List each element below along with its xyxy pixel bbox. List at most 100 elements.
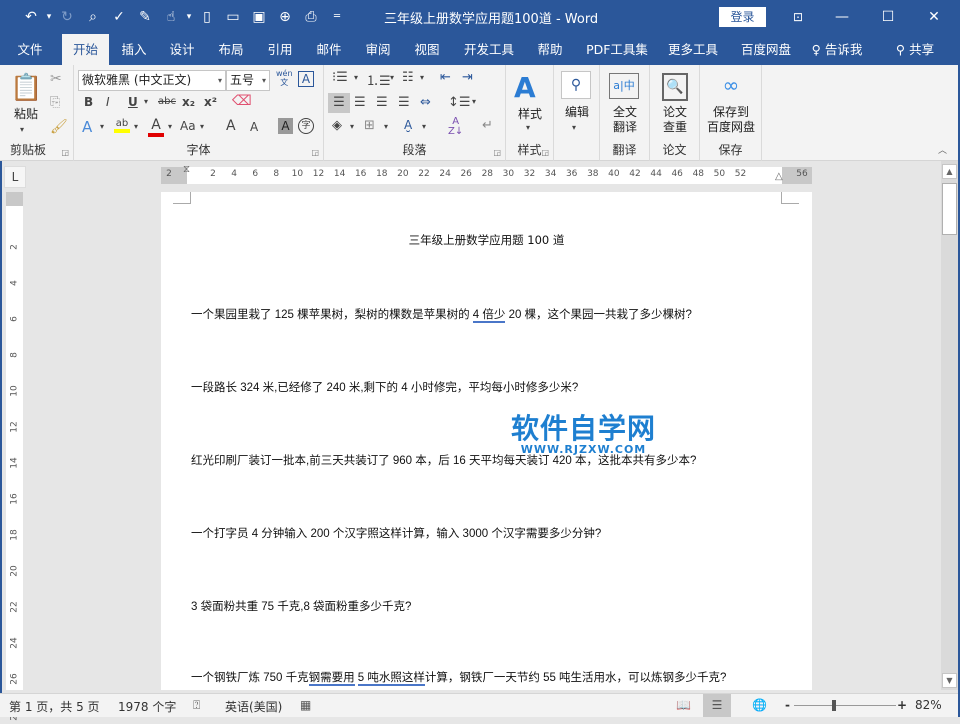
open-folder-icon[interactable]: ▭: [220, 6, 246, 28]
editing-dropdown-icon[interactable]: ▾: [572, 123, 576, 132]
borders-icon[interactable]: ⊞: [364, 118, 375, 133]
grammar-underline[interactable]: 钢需要用: [308, 672, 355, 686]
bullets-dropdown-icon[interactable]: ▾: [354, 73, 358, 82]
shading-icon[interactable]: ◈: [332, 118, 342, 133]
strikethrough-button[interactable]: abc: [158, 96, 176, 107]
redo-icon[interactable]: ↻: [54, 6, 80, 28]
paragraph[interactable]: 一个果园里栽了 125 棵苹果树，梨树的棵数是苹果树的 4 倍少 20 棵，这个…: [191, 306, 692, 323]
italic-button[interactable]: I: [106, 95, 110, 109]
underline-dropdown-icon[interactable]: ▾: [144, 97, 148, 106]
paper-check-icon[interactable]: 🔍: [662, 73, 688, 101]
paste-icon[interactable]: 📋: [10, 73, 42, 107]
zoom-slider-track[interactable]: [794, 705, 896, 706]
print-preview-icon[interactable]: ⌕: [80, 6, 106, 28]
tab-help[interactable]: 帮助: [528, 34, 572, 65]
font-size-combo[interactable]: 五号 ▾: [226, 70, 270, 91]
editing-button[interactable]: 编辑: [558, 105, 596, 120]
attach-icon[interactable]: ⊕: [272, 6, 298, 28]
text-effects-dropdown-icon[interactable]: ▾: [100, 122, 104, 131]
highlight-color-icon[interactable]: ab: [114, 118, 130, 133]
maximize-button[interactable]: ☐: [868, 5, 908, 29]
vertical-scrollbar[interactable]: ▲ ▼: [941, 161, 958, 690]
page-count[interactable]: 第 1 页，共 5 页: [9, 698, 100, 715]
format-painter-icon[interactable]: 🖌: [50, 119, 68, 135]
numbering-dropdown-icon[interactable]: ▾: [390, 73, 394, 82]
font-color-dropdown-icon[interactable]: ▾: [168, 122, 172, 131]
tab-review[interactable]: 审阅: [356, 34, 400, 65]
touch-mode-icon[interactable]: ☝: [158, 6, 184, 28]
show-formatting-marks-icon[interactable]: ↵: [482, 118, 493, 133]
grow-font-button[interactable]: A: [226, 118, 236, 134]
styles-button[interactable]: 样式: [510, 107, 550, 122]
text-effects-icon[interactable]: A: [82, 118, 92, 136]
paragraph[interactable]: 一个钢铁厂炼 750 千克钢需要用 5 吨水照这样计算，钢铁厂一天节约 55 吨…: [191, 669, 726, 686]
clipboard-launcher-icon[interactable]: ◲: [61, 148, 69, 157]
scroll-up-button[interactable]: ▲: [942, 164, 957, 179]
collapse-ribbon-icon[interactable]: ︿: [938, 143, 947, 156]
justify-button[interactable]: ☰: [398, 93, 410, 113]
shrink-font-button[interactable]: A: [250, 120, 258, 134]
scroll-thumb[interactable]: [942, 183, 957, 235]
numbering-icon[interactable]: ⒈☰: [366, 70, 391, 89]
character-shading-button[interactable]: A: [278, 118, 293, 134]
tell-me[interactable]: ♀ 告诉我: [806, 34, 868, 65]
zoom-slider-thumb[interactable]: [832, 700, 836, 711]
edit-icon[interactable]: ✎: [132, 6, 158, 28]
underline-button[interactable]: U: [128, 95, 138, 109]
paste-dropdown-icon[interactable]: ▾: [20, 125, 24, 134]
align-left-button[interactable]: ☰: [328, 93, 350, 113]
subscript-button[interactable]: x₂: [182, 95, 195, 109]
paper-check-button[interactable]: 论文 查重: [654, 105, 696, 135]
customize-qat-icon[interactable]: ═: [324, 6, 350, 28]
first-line-indent-marker[interactable]: ⧖: [183, 164, 190, 175]
tab-more-tools[interactable]: 更多工具: [662, 34, 724, 65]
styles-icon[interactable]: A: [514, 71, 536, 104]
change-case-dropdown-icon[interactable]: ▾: [200, 122, 204, 131]
bullets-icon[interactable]: ⁝☰: [332, 70, 348, 85]
save-to-baidu-button[interactable]: 保存到 百度网盘: [702, 105, 760, 135]
multilevel-dropdown-icon[interactable]: ▾: [420, 73, 424, 82]
spelling-icon[interactable]: ✓: [106, 6, 132, 28]
tab-home[interactable]: 开始: [62, 34, 109, 65]
scroll-down-button[interactable]: ▼: [942, 673, 957, 688]
copy-icon[interactable]: ⎘: [50, 95, 60, 110]
tab-pdf-tools[interactable]: PDF工具集: [582, 34, 652, 65]
sort-icon[interactable]: A Z↓: [448, 117, 463, 137]
save-icon[interactable]: ▣: [246, 6, 272, 28]
tab-baidu-netdisk[interactable]: 百度网盘: [735, 34, 797, 65]
tab-layout[interactable]: 布局: [209, 34, 253, 65]
font-launcher-icon[interactable]: ◲: [311, 148, 319, 157]
align-center-button[interactable]: ☰: [354, 93, 366, 113]
paragraph[interactable]: 一段路长 324 米,已经修了 240 米,剩下的 4 小时修完，平均每小时修多…: [191, 379, 578, 395]
print-settings-icon[interactable]: ⎙: [298, 6, 324, 28]
touch-dropdown-icon[interactable]: ▾: [184, 6, 194, 28]
zoom-in-button[interactable]: +: [897, 698, 907, 712]
tab-view[interactable]: 视图: [405, 34, 449, 65]
change-case-button[interactable]: Aa: [180, 119, 196, 133]
search-icon[interactable]: ⚲: [561, 71, 591, 99]
enclose-characters-button[interactable]: 字: [298, 118, 314, 134]
close-button[interactable]: ✕: [914, 5, 954, 29]
grammar-underline[interactable]: 4 倍少: [472, 309, 506, 323]
zoom-out-button[interactable]: -: [785, 698, 790, 712]
shading-dropdown-icon[interactable]: ▾: [350, 122, 354, 131]
align-right-button[interactable]: ☰: [376, 93, 388, 113]
line-spacing-dropdown-icon[interactable]: ▾: [472, 97, 476, 106]
tab-selector[interactable]: L: [4, 166, 26, 188]
vertical-ruler[interactable]: 246810121416182022242628: [6, 192, 23, 721]
read-mode-icon[interactable]: 📖: [676, 698, 691, 712]
line-spacing-icon[interactable]: ↕☰: [448, 93, 471, 113]
font-color-icon[interactable]: A: [148, 117, 164, 137]
asian-layout-icon[interactable]: A̮: [404, 118, 412, 132]
clear-formatting-icon[interactable]: ⌫: [232, 93, 252, 109]
right-indent-marker[interactable]: △: [775, 171, 783, 182]
highlight-dropdown-icon[interactable]: ▾: [134, 122, 138, 131]
cut-icon[interactable]: ✂: [50, 71, 62, 87]
tab-insert[interactable]: 插入: [112, 34, 156, 65]
decrease-indent-icon[interactable]: ⇤: [440, 70, 451, 85]
horizontal-ruler[interactable]: 2 ⧖ △ 56 2 4 6 8 10 12 14 16 18 20 22 24 26 28 30 32 34 3…: [161, 164, 812, 184]
undo-dropdown-icon[interactable]: ▾: [44, 6, 54, 28]
language[interactable]: 英语(美国): [225, 698, 282, 715]
translate-icon[interactable]: a|中: [609, 73, 639, 99]
tab-references[interactable]: 引用: [258, 34, 302, 65]
